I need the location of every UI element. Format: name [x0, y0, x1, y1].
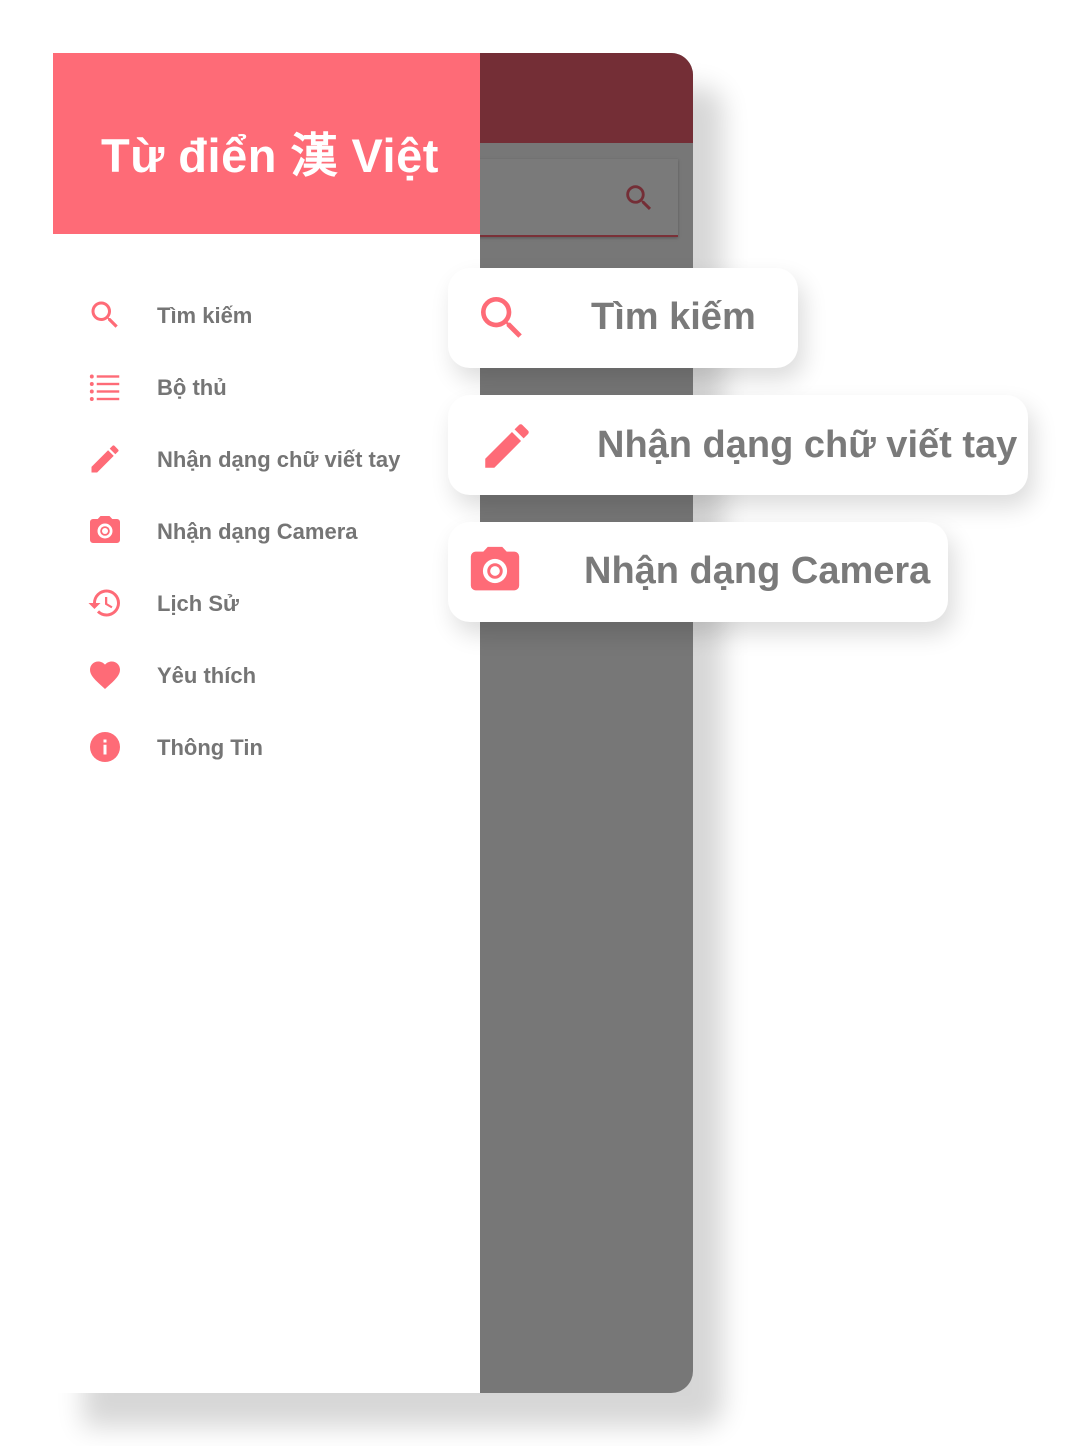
- callout-label: Tìm kiếm: [591, 296, 756, 338]
- menu-item-label: Thông Tin: [157, 735, 263, 760]
- menu-item-history[interactable]: Lịch Sử: [53, 573, 480, 633]
- menu-item-radicals[interactable]: Bộ thủ: [53, 357, 480, 417]
- list-icon: [89, 374, 120, 401]
- callout-handwriting: Nhận dạng chữ viết tay: [448, 395, 1028, 495]
- camera-icon: [470, 546, 520, 591]
- menu-item-label: Lịch Sử: [157, 591, 239, 616]
- menu-item-handwriting[interactable]: Nhận dạng chữ viết tay: [53, 429, 480, 489]
- phone-frame: Từ điển 漢 Việt Tìm kiếm Bộ thủ Nhận dạng…: [53, 53, 693, 1393]
- app-title: Từ điển 漢 Việt: [101, 129, 439, 182]
- camera-icon: [90, 516, 120, 543]
- pencil-icon: [485, 424, 529, 468]
- navigation-drawer: Từ điển 漢 Việt Tìm kiếm Bộ thủ Nhận dạng…: [53, 53, 480, 1393]
- search-icon: [481, 297, 522, 338]
- menu-item-label: Yêu thích: [157, 663, 257, 688]
- history-icon: [88, 589, 120, 617]
- heart-icon: [90, 661, 120, 690]
- menu-item-label: Nhận dạng Camera: [157, 519, 358, 544]
- menu-item-label: Tìm kiếm: [157, 303, 253, 328]
- callout-camera: Nhận dạng Camera: [448, 522, 948, 622]
- menu-item-camera[interactable]: Nhận dạng Camera: [53, 501, 480, 561]
- search-icon[interactable]: [622, 181, 656, 215]
- menu-item-search[interactable]: Tìm kiếm: [53, 285, 480, 345]
- drawer-header: Từ điển 漢 Việt: [53, 53, 480, 234]
- pencil-icon: [91, 445, 119, 473]
- menu-item-label: Nhận dạng chữ viết tay: [157, 447, 401, 472]
- search-icon: [91, 301, 118, 328]
- callout-label: Nhận dạng chữ viết tay: [597, 424, 1018, 466]
- info-icon: [90, 732, 120, 762]
- app-search-bar[interactable]: [473, 159, 678, 237]
- menu-item-favorites[interactable]: Yêu thích: [53, 645, 480, 705]
- menu-item-info[interactable]: Thông Tin: [53, 717, 480, 777]
- callout-search: Tìm kiếm: [448, 268, 798, 368]
- menu-item-label: Bộ thủ: [157, 375, 227, 400]
- callout-label: Nhận dạng Camera: [584, 550, 931, 592]
